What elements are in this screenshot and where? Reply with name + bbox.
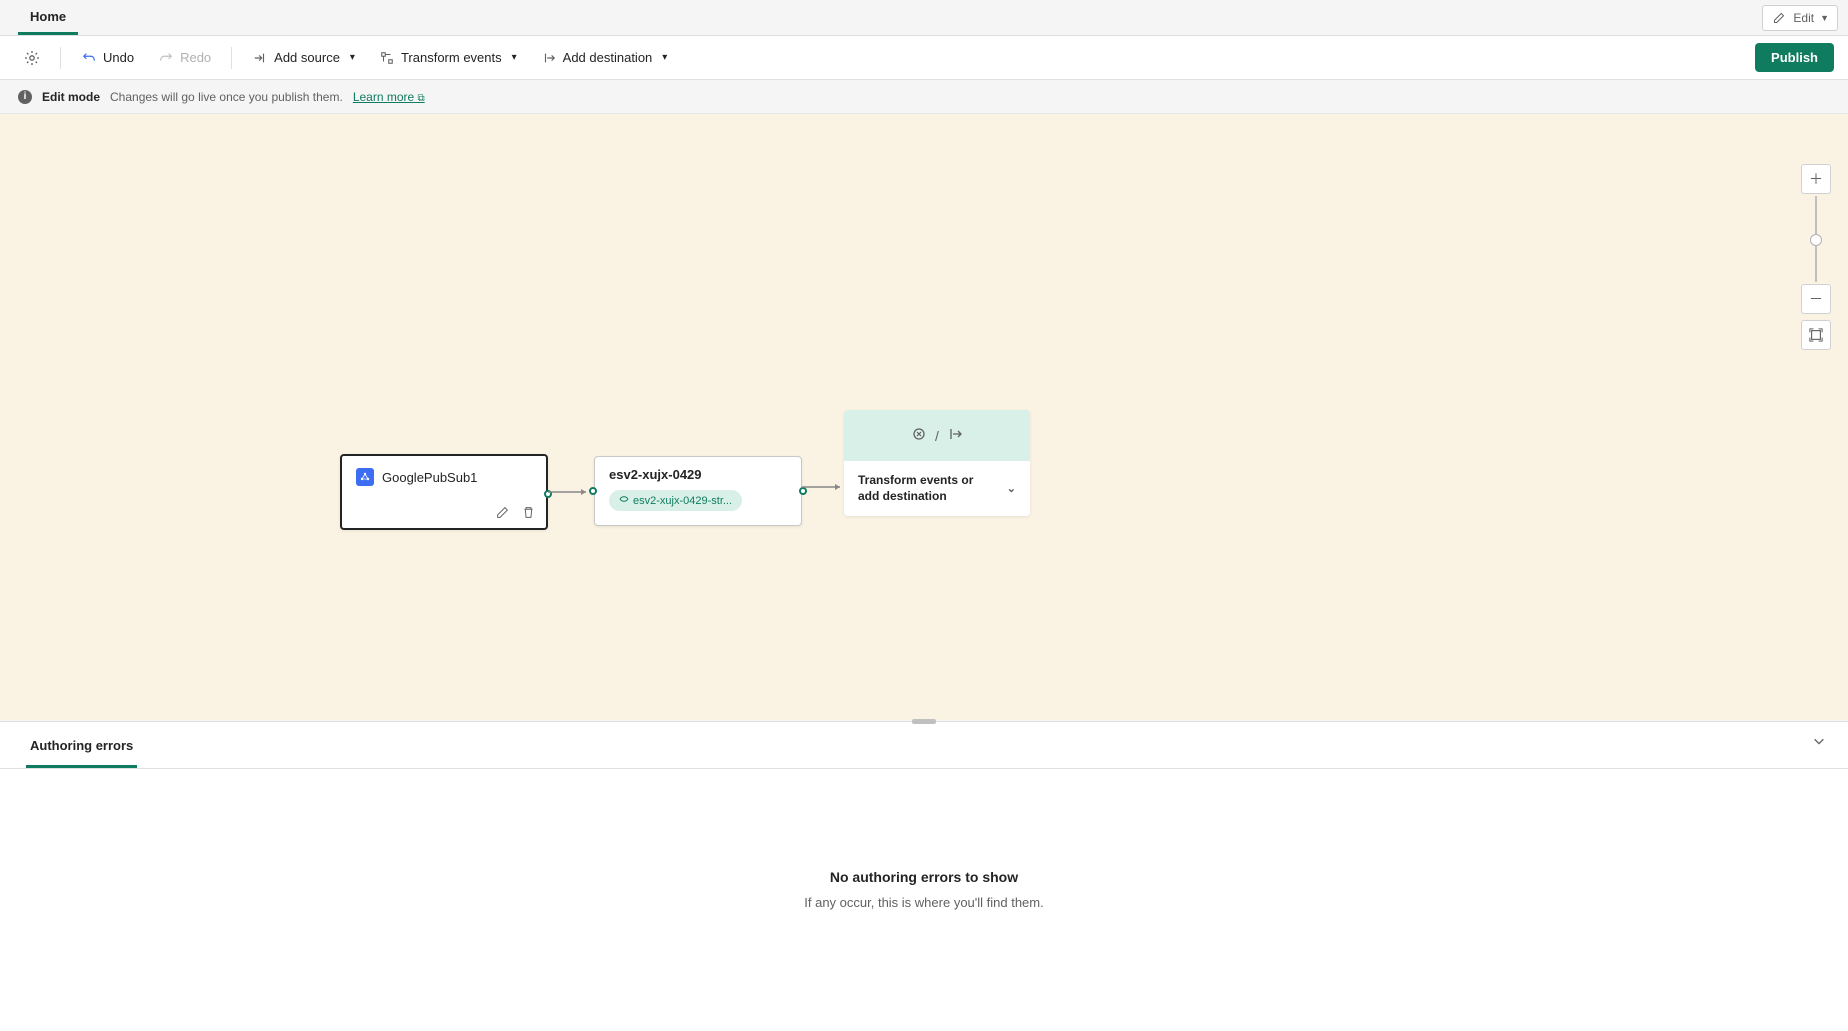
destination-icon [947,426,963,445]
add-destination-icon [541,50,557,66]
input-port[interactable] [589,487,597,495]
panel-body: No authoring errors to show If any occur… [0,769,1848,1009]
add-destination-label: Add destination [563,50,653,65]
edit-mode-dropdown[interactable]: Edit ▼ [1762,5,1838,31]
pencil-icon [1771,10,1787,26]
undo-label: Undo [103,50,134,65]
bottom-panel: Authoring errors No authoring errors to … [0,721,1848,1031]
empty-state-subtitle: If any occur, this is where you'll find … [804,895,1043,910]
add-source-icon [252,50,268,66]
add-source-label: Add source [274,50,340,65]
connector [548,484,594,500]
info-icon: i [18,90,32,104]
google-pubsub-icon [356,468,374,486]
stream-pill-label: esv2-xujx-0429-str... [633,495,732,507]
pencil-icon[interactable] [494,504,510,520]
canvas[interactable]: GooglePubSub1 esv2-xujx-0429 esv2-xujx-0… [0,114,1848,720]
redo-label: Redo [180,50,211,65]
redo-icon [158,50,174,66]
transform-label: Transform events [401,50,502,65]
source-node[interactable]: GooglePubSub1 [340,454,548,530]
chevron-down-icon: ▾ [662,52,667,63]
stream-node[interactable]: esv2-xujx-0429 esv2-xujx-0429-str... [594,456,802,526]
collapse-panel-button[interactable] [1812,734,1826,753]
transform-events-button[interactable]: Transform events ▾ [369,44,527,72]
separator [231,47,232,69]
transform-icon [911,426,927,445]
slash: / [935,428,939,444]
tab-home[interactable]: Home [18,1,78,35]
external-link-icon: ⧉ [418,93,425,104]
undo-icon [81,50,97,66]
chevron-down-icon: ▼ [1820,13,1829,23]
undo-button[interactable]: Undo [71,44,144,72]
stream-node-title: esv2-xujx-0429 [609,467,787,482]
transform-icon [379,50,395,66]
canvas-controls: ＋ － [1800,164,1832,350]
chevron-down-icon: ▾ [512,52,517,63]
empty-state-title: No authoring errors to show [830,869,1018,885]
zoom-in-button[interactable]: ＋ [1801,164,1831,194]
separator [60,47,61,69]
edit-mode-label: Edit mode [42,90,100,104]
stream-pill[interactable]: esv2-xujx-0429-str... [609,490,742,511]
publish-button[interactable]: Publish [1755,43,1834,72]
source-node-title: GooglePubSub1 [382,470,477,485]
toolbar: Undo Redo Add source ▾ Transform events … [0,36,1848,80]
destination-placeholder-label: Transform events or add destination [858,473,998,504]
settings-button[interactable] [14,44,50,72]
trash-icon[interactable] [520,504,536,520]
learn-more-link[interactable]: Learn more ⧉ [353,90,425,104]
zoom-out-button[interactable]: － [1801,284,1831,314]
chevron-down-icon[interactable]: ⌄ [1007,482,1016,495]
add-source-button[interactable]: Add source ▾ [242,44,365,72]
zoom-slider-thumb[interactable] [1810,234,1822,246]
add-destination-button[interactable]: Add destination ▾ [531,44,678,72]
fit-view-button[interactable] [1801,320,1831,350]
connector [802,479,848,495]
info-bar: i Edit mode Changes will go live once yo… [0,80,1848,114]
edit-dropdown-label: Edit [1793,11,1814,25]
chevron-down-icon: ▾ [350,52,355,63]
tab-authoring-errors[interactable]: Authoring errors [26,732,137,768]
stream-icon [619,494,629,507]
gear-icon [24,50,40,66]
info-message: Changes will go live once you publish th… [110,90,343,104]
tab-bar: Home Edit ▼ [0,0,1848,36]
zoom-slider[interactable] [1815,196,1817,282]
destination-placeholder-node[interactable]: / Transform events or add destination ⌄ [844,410,1030,516]
redo-button[interactable]: Redo [148,44,221,72]
